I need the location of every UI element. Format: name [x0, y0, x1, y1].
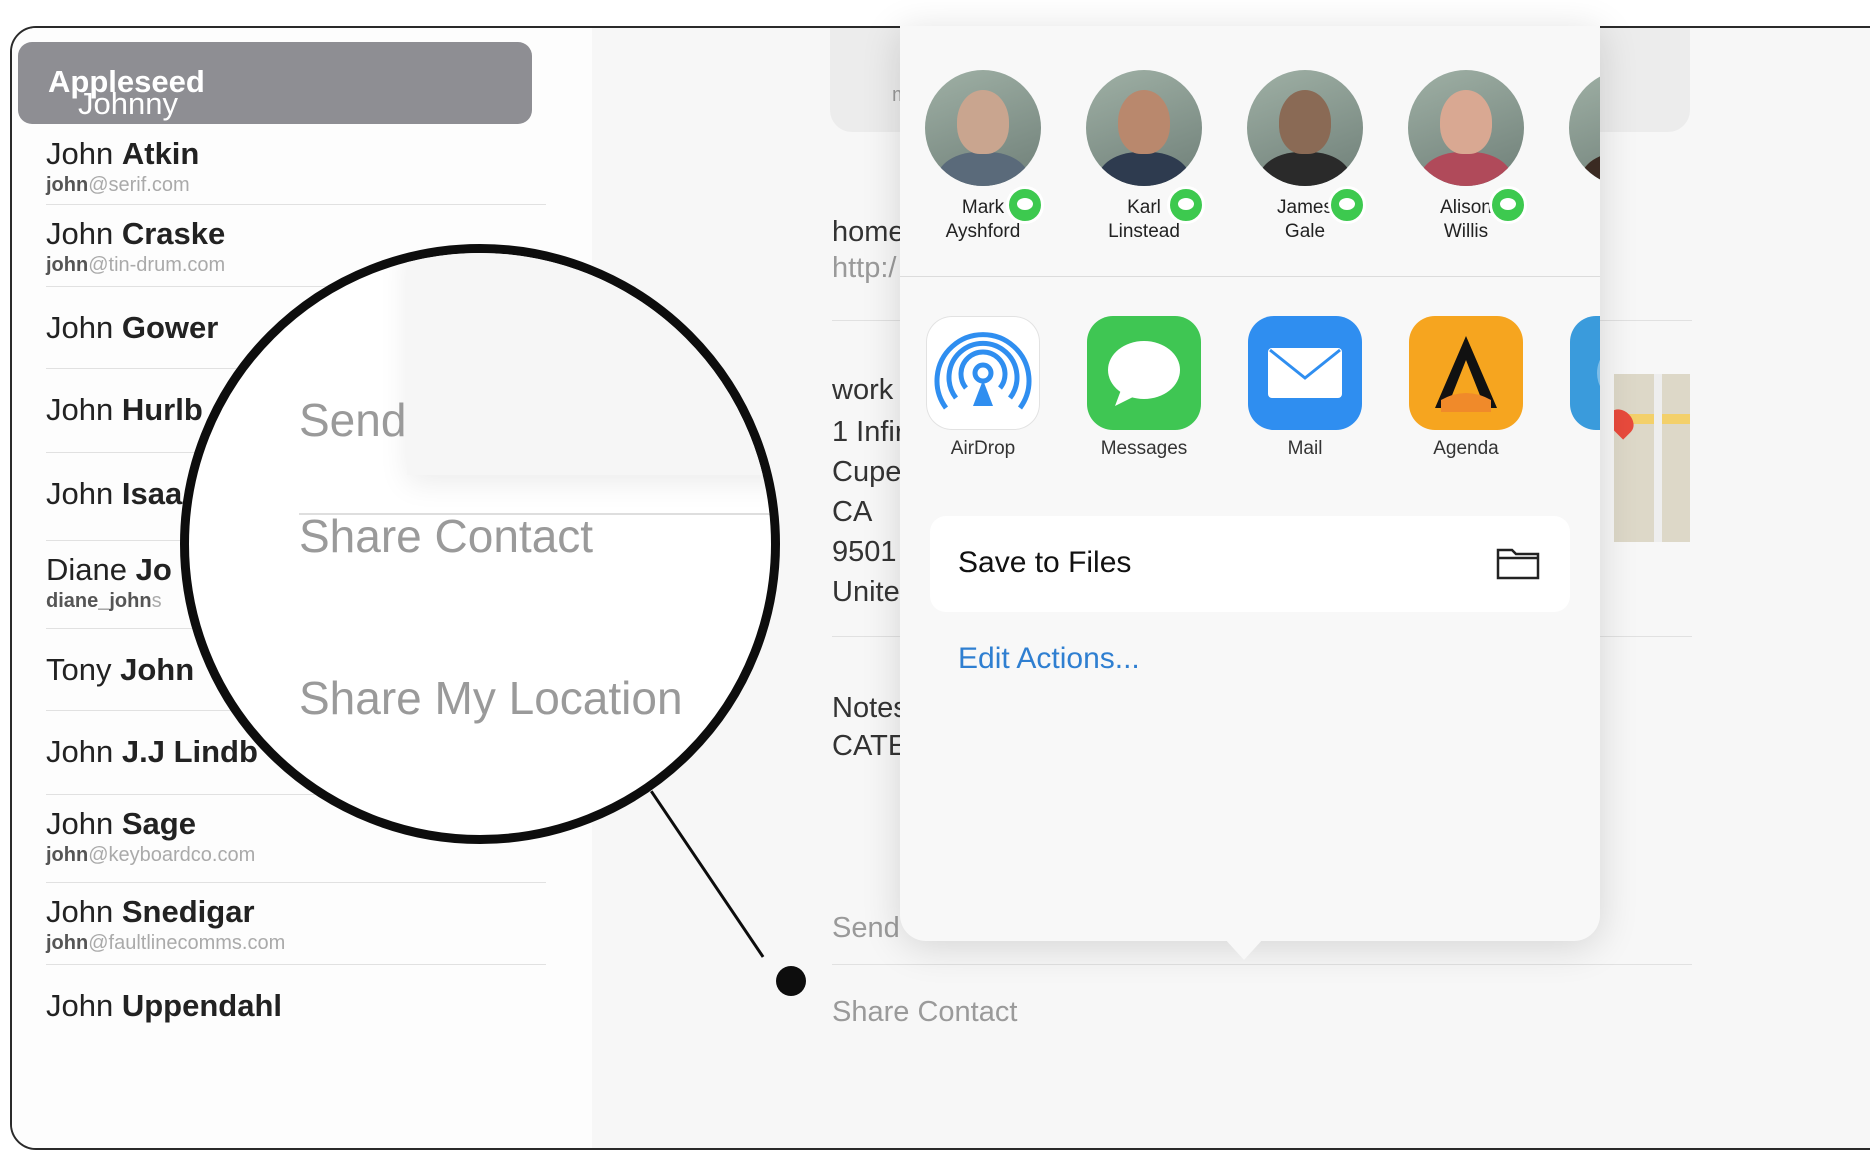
- avatar-body: [1259, 152, 1351, 186]
- contact-email: john@serif.com: [46, 174, 190, 196]
- airdrop-person[interactable]: Karl Linstead: [1069, 70, 1219, 244]
- folder-icon: [1496, 548, 1540, 580]
- work-label: work: [832, 374, 894, 406]
- share-sheet: Mark Ayshford Karl Linstead James Gale Alis…: [900, 26, 1600, 941]
- contact-row[interactable]: John Snedigar john@faultlinecomms.com: [46, 882, 546, 965]
- app-label: AirDrop: [950, 438, 1016, 459]
- avatar: [925, 70, 1041, 186]
- contact-name: Johnny Appleseed: [48, 64, 205, 121]
- messages-badge-icon: [1006, 186, 1044, 224]
- avatar-body: [1420, 152, 1512, 186]
- send-message-button[interactable]: Send: [832, 912, 900, 945]
- edit-actions-link[interactable]: Edit Actions...: [958, 642, 1140, 676]
- airdrop-person[interactable]: Alison Willis: [1391, 70, 1541, 244]
- action-label: Save to Files: [958, 546, 1132, 579]
- address-line: CA: [832, 496, 873, 528]
- avatar: [1408, 70, 1524, 186]
- app-label: Messages: [1100, 438, 1188, 459]
- avatar-face: [957, 90, 1009, 154]
- messages-badge-icon: [1167, 186, 1205, 224]
- avatar-body: [1098, 152, 1190, 186]
- contact-name: John Atkin: [46, 136, 200, 171]
- address-line: 1 Infir: [832, 416, 905, 448]
- divider: [832, 964, 1692, 965]
- notes-value: CATE: [832, 730, 908, 762]
- avatar: [1247, 70, 1363, 186]
- magnifier-callout: Send Share Contact Share My Location: [180, 244, 780, 844]
- address-line: Unite: [832, 576, 900, 608]
- home-label: home: [832, 216, 905, 248]
- save-to-files-action[interactable]: Save to Files: [930, 516, 1570, 612]
- app-label: Te: [1547, 438, 1600, 460]
- contact-name: John Uppendahl: [46, 988, 283, 1023]
- magnified-share-contact: Share Contact: [299, 510, 594, 562]
- avatar-body: [937, 152, 1029, 186]
- magnified-popover: [407, 253, 771, 475]
- share-app-mail[interactable]: Mail: [1225, 316, 1385, 460]
- address-line: 9501: [832, 536, 897, 568]
- contact-row[interactable]: John Uppendahl: [46, 964, 546, 1044]
- airdrop-person[interactable]: James Gale: [1230, 70, 1380, 244]
- notes-label: Notes: [832, 692, 908, 724]
- share-app-app[interactable]: Te: [1547, 316, 1600, 460]
- agenda-icon: [1409, 316, 1523, 430]
- avatar: [1569, 70, 1600, 186]
- app-icon: [1570, 316, 1600, 430]
- callout-dot: [776, 966, 806, 996]
- app-label: Agenda: [1433, 438, 1499, 459]
- messages-badge-icon: [1489, 186, 1527, 224]
- popover-arrow: [1224, 938, 1264, 960]
- person-name: B O: [1552, 196, 1600, 244]
- avatar-face: [1440, 90, 1492, 154]
- airdrop-icon: [926, 316, 1040, 430]
- airdrop-person[interactable]: Mark Ayshford: [908, 70, 1058, 244]
- avatar-face: [1118, 90, 1170, 154]
- airdrop-person[interactable]: B O: [1552, 70, 1600, 244]
- address-map[interactable]: [1614, 374, 1690, 542]
- contact-email: john@faultlinecomms.com: [46, 932, 286, 954]
- contact-email: john@keyboardco.com: [46, 844, 256, 866]
- address-line: Cupe: [832, 456, 902, 488]
- share-app-messages[interactable]: Messages: [1064, 316, 1224, 460]
- contact-name: John Snedigar: [46, 894, 255, 929]
- contact-row-selected[interactable]: Johnny Appleseed: [18, 42, 532, 124]
- magnified-send: Send: [299, 394, 407, 446]
- app-label: Mail: [1287, 438, 1323, 459]
- divider: [900, 276, 1600, 277]
- share-app-airdrop[interactable]: AirDrop: [903, 316, 1063, 460]
- map-road: [1654, 374, 1662, 542]
- messages-icon: [1087, 316, 1201, 430]
- share-app-agenda[interactable]: Agenda: [1386, 316, 1546, 460]
- magnified-share-my-location: Share My Location: [299, 672, 683, 724]
- share-contact-button[interactable]: Share Contact: [832, 996, 1017, 1029]
- mail-icon: [1248, 316, 1362, 430]
- contact-row[interactable]: John Atkin john@serif.com: [46, 124, 546, 205]
- messages-badge-icon: [1328, 186, 1366, 224]
- home-url[interactable]: http:/: [832, 252, 897, 285]
- avatar-face: [1279, 90, 1331, 154]
- avatar: [1086, 70, 1202, 186]
- avatar-body: [1581, 152, 1600, 186]
